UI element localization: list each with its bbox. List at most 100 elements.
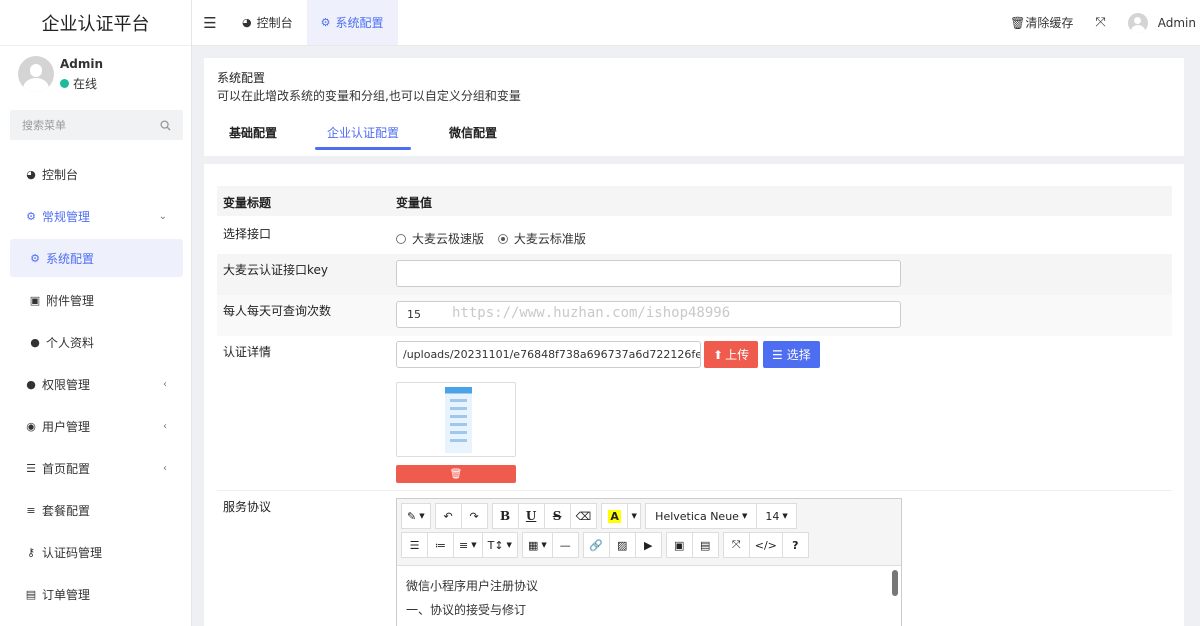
radio-unchecked-icon xyxy=(396,233,406,244)
upload-label: 上传 xyxy=(725,348,750,362)
font-family-dropdown[interactable]: Helvetica Neue ▼ xyxy=(645,503,758,529)
scrollbar[interactable] xyxy=(892,570,898,596)
editor-toolbar: ✎ ▼ ↶ ↷ B U S ⌫ A ▼ Helvetica Neue ▼ 14 ▼ ☰ ≔ ≡ ▼ T↕ ▼… xyxy=(397,499,901,566)
dashboard-icon: ◕ xyxy=(242,16,252,29)
sidebar-item-packages[interactable]: ≡ 套餐配置 xyxy=(10,491,183,529)
tab-basic-config[interactable]: 基础配置 xyxy=(217,116,289,148)
sidebar-item-label: 认证码管理 xyxy=(42,545,103,560)
api-radio-group: 大麦云极速版 大麦云标准版 xyxy=(396,230,596,247)
fullscreen-icon[interactable]: ⤧ xyxy=(722,532,750,558)
help-icon[interactable]: ? xyxy=(781,532,809,558)
user-circle-icon: ◉ xyxy=(26,419,36,433)
undo-icon[interactable]: ↶ xyxy=(434,503,462,529)
row-label: 选择接口 xyxy=(223,227,272,241)
select-button[interactable]: ☰ 选择 xyxy=(763,341,820,368)
sidebar-item-label: 首页配置 xyxy=(42,461,91,476)
app-title: 企业认证平台 xyxy=(0,0,191,46)
admin-name: Admin xyxy=(1157,15,1196,30)
admin-menu[interactable]: Admin xyxy=(1127,12,1196,33)
row-label: 认证详情 xyxy=(223,345,272,359)
link-icon[interactable]: 🔗 xyxy=(582,532,610,558)
sidebar-item-home-config[interactable]: ☰ 首页配置 ‹ xyxy=(10,449,183,487)
trash-icon: 🗑 xyxy=(449,468,463,480)
row-label: 每人每天可查询次数 xyxy=(223,304,332,318)
file-image-icon[interactable]: ▣ xyxy=(665,532,693,558)
radio-checked-icon xyxy=(497,233,508,244)
clear-cache-button[interactable]: 🗑清除缓存 xyxy=(1010,14,1073,31)
file-icon: ▤ xyxy=(25,587,37,601)
menu-toggle-icon[interactable]: ☰ xyxy=(192,0,228,45)
upload-button[interactable]: ⬆ 上传 xyxy=(704,341,759,368)
horizontal-rule-icon[interactable]: — xyxy=(551,532,579,558)
strikethrough-icon[interactable]: S xyxy=(543,503,571,529)
user-panel: Admin 在线 xyxy=(0,46,191,102)
sidebar-item-label: 系统配置 xyxy=(46,251,95,266)
detail-path-input[interactable]: /uploads/20231101/e76848f738a696737a6d72… xyxy=(396,341,701,368)
bold-icon[interactable]: B xyxy=(491,503,519,529)
sidebar-item-permissions[interactable]: ● 权限管理 ‹ xyxy=(10,365,183,403)
tab-system-config[interactable]: ⚙ 系统配置 xyxy=(306,0,398,45)
tab-wechat-config[interactable]: 微信配置 xyxy=(437,116,509,148)
detail-thumbnail xyxy=(396,382,516,457)
table-row: 大麦云认证接口key xyxy=(217,254,1172,295)
file-icon[interactable]: ▤ xyxy=(691,532,719,558)
chevron-left-icon: ‹ xyxy=(163,462,167,474)
editor-content[interactable]: 微信小程序用户注册协议 一、协议的接受与修订 xyxy=(397,566,901,626)
sidebar-item-profile[interactable]: ● 个人资料 xyxy=(10,323,183,361)
eraser-icon[interactable]: ⌫ xyxy=(569,503,598,529)
highlight-color-icon[interactable]: A xyxy=(601,503,629,529)
radio-standard[interactable]: 大麦云标准版 xyxy=(497,230,586,247)
editor-line: 一、协议的接受与修订 xyxy=(406,603,527,617)
search-placeholder: 搜索菜单 xyxy=(22,119,66,132)
sidebar-item-dashboard[interactable]: ◕ 控制台 xyxy=(10,155,183,193)
table-header: 变量标题 变量值 xyxy=(217,186,1172,216)
sidebar: 企业认证平台 Admin 在线 搜索菜单 ◕ 控制台 ⚙ 常规管理 ⌄ ⚙ 系统配置 ▣… xyxy=(0,0,192,626)
gear-icon: ⚙ xyxy=(320,16,331,29)
ordered-list-icon[interactable]: ≔ xyxy=(427,532,454,558)
chevron-down-icon: ⌄ xyxy=(158,210,167,222)
tab-dashboard[interactable]: ◕ 控制台 xyxy=(228,0,307,45)
sidebar-item-auth-codes[interactable]: ⚷ 认证码管理 xyxy=(10,533,183,571)
text-height-icon[interactable]: T↕ ▼ xyxy=(481,532,518,558)
sidebar-item-general[interactable]: ⚙ 常规管理 ⌄ xyxy=(10,197,183,235)
font-size-dropdown[interactable]: 14 ▼ xyxy=(756,503,797,529)
sidebar-item-orders[interactable]: ▤ 订单管理 xyxy=(10,575,183,613)
magic-wand-icon[interactable]: ✎ ▼ xyxy=(401,503,431,529)
gear-icon: ⚙ xyxy=(30,251,40,265)
user-name: Admin xyxy=(60,56,104,71)
redo-icon[interactable]: ↷ xyxy=(460,503,488,529)
thumbnail-image xyxy=(445,387,472,453)
list-icon: ☰ xyxy=(772,347,783,362)
video-icon[interactable]: ▶ xyxy=(634,532,662,558)
tab-label: 控制台 xyxy=(256,16,293,30)
top-bar: ☰ ◕ 控制台 ⚙ 系统配置 🗑清除缓存 ⤧ Admin xyxy=(192,0,1200,46)
color-dropdown-icon[interactable]: ▼ xyxy=(627,503,642,529)
code-view-icon[interactable]: </> xyxy=(748,532,783,558)
search-menu-input[interactable]: 搜索菜单 xyxy=(10,110,183,140)
config-form: 变量标题 变量值 选择接口 大麦云极速版 大麦云标准版 大麦云认证接口key 每… xyxy=(204,164,1184,626)
delete-image-button[interactable]: 🗑 xyxy=(396,465,516,483)
sidebar-item-system-config[interactable]: ⚙ 系统配置 xyxy=(10,239,183,277)
underline-icon[interactable]: U xyxy=(517,503,545,529)
editor-line: 微信小程序用户注册协议 xyxy=(406,579,539,593)
key-icon: ⚷ xyxy=(26,545,36,559)
table-icon[interactable]: ▦ ▼ xyxy=(521,532,553,558)
rich-text-editor: ✎ ▼ ↶ ↷ B U S ⌫ A ▼ Helvetica Neue ▼ 14 ▼ ☰ ≔ ≡ ▼ T↕ ▼… xyxy=(396,498,902,626)
upload-icon: ⬆ xyxy=(713,347,724,362)
trash-icon: 🗑 xyxy=(1010,16,1026,30)
image-icon[interactable]: ▨ xyxy=(608,532,636,558)
fullscreen-icon[interactable]: ⤧ xyxy=(1095,15,1105,30)
page-description: 可以在此增改系统的变量和分组,也可以自定义分组和变量 xyxy=(217,89,521,103)
sidebar-item-users[interactable]: ◉ 用户管理 ‹ xyxy=(10,407,183,445)
table-row: 认证详情 /uploads/20231101/e76848f738a696737… xyxy=(217,336,1172,486)
row-label: 大麦云认证接口key xyxy=(223,263,329,277)
col-title-header: 变量标题 xyxy=(223,196,272,210)
sidebar-item-label: 常规管理 xyxy=(42,209,91,224)
sidebar-item-attachments[interactable]: ▣ 附件管理 xyxy=(10,281,183,319)
radio-fast[interactable]: 大麦云极速版 xyxy=(396,230,484,247)
align-icon[interactable]: ≡ ▼ xyxy=(453,532,483,558)
api-key-input[interactable] xyxy=(396,260,901,287)
unordered-list-icon[interactable]: ☰ xyxy=(401,532,428,558)
tab-enterprise-auth-config[interactable]: 企业认证配置 xyxy=(315,116,412,150)
sidebar-item-label: 控制台 xyxy=(42,167,79,182)
